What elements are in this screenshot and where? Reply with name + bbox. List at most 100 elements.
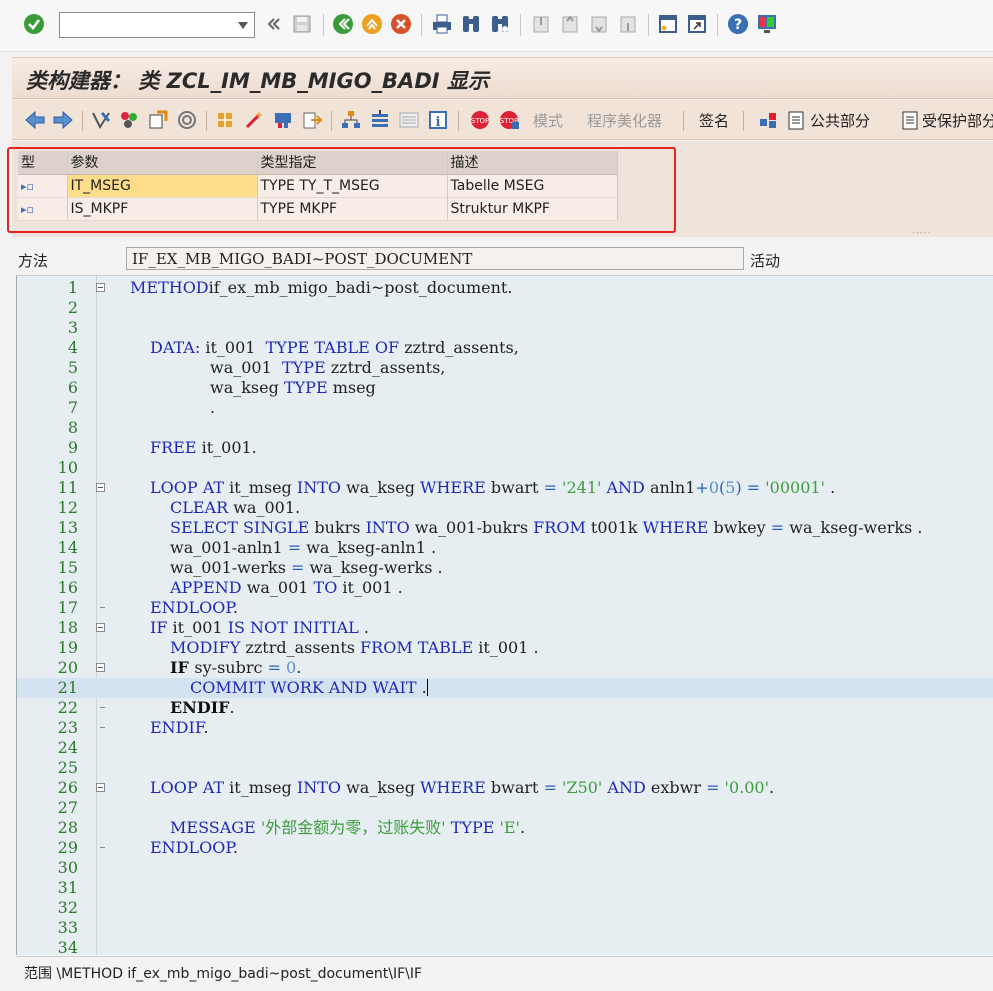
exit-icon[interactable]	[361, 13, 383, 35]
title-bar: 类构建器： 类 ZCL_IM_MB_MIGO_BADI 显示	[12, 57, 993, 99]
enter-check-icon[interactable]	[23, 13, 45, 35]
pretty-printer-button[interactable]: 程序美化器	[587, 110, 662, 131]
previous-page-icon[interactable]	[559, 13, 581, 35]
code-line[interactable]: 28 MESSAGE '外部金额为零，过账失败' TYPE 'E'.	[17, 818, 993, 838]
splitter-handle[interactable]: .....	[912, 226, 931, 236]
code-line[interactable]: 18 IF it_001 IS NOT INITIAL .	[17, 618, 993, 638]
activate-icon[interactable]	[176, 109, 198, 131]
line-number: 34	[57, 938, 78, 955]
command-field[interactable]	[59, 12, 255, 38]
code-line[interactable]: 15 wa_001-werks = wa_kseg-werks .	[17, 558, 993, 578]
code-line[interactable]: 11 LOOP AT it_mseg INTO wa_kseg WHERE bwa…	[17, 478, 993, 498]
line-number: 14	[57, 538, 78, 557]
code-line[interactable]: 5 wa_001 TYPE zztrd_assents,	[17, 358, 993, 378]
line-number: 2	[67, 298, 78, 317]
info-icon[interactable]: i	[427, 109, 449, 131]
hierarchy-icon[interactable]	[340, 109, 362, 131]
mode-button[interactable]: 模式	[533, 110, 563, 131]
code-line[interactable]: 7.	[17, 398, 993, 418]
code-line[interactable]: 17 ENDLOOP.	[17, 598, 993, 618]
code-line[interactable]: 29 ENDLOOP.	[17, 838, 993, 858]
code-line[interactable]: 30	[17, 858, 993, 878]
code-line[interactable]: 20 IF sy-subrc = 0.	[17, 658, 993, 678]
collapse-block-icon[interactable]	[96, 783, 105, 792]
create-session-icon[interactable]	[657, 13, 679, 35]
list-icon[interactable]	[398, 109, 420, 131]
code-line[interactable]: 19 MODIFY zztrd_assents FROM TABLE it_001…	[17, 638, 993, 658]
code-line[interactable]: 27	[17, 798, 993, 818]
print-icon[interactable]	[431, 13, 453, 35]
collapse-block-icon[interactable]	[96, 483, 105, 492]
line-number: 8	[67, 418, 78, 437]
code-line[interactable]: 10	[17, 458, 993, 478]
export-icon[interactable]	[301, 109, 323, 131]
code-line[interactable]: 24	[17, 738, 993, 758]
code-line[interactable]: 22 ENDIF.	[17, 698, 993, 718]
cancel-icon[interactable]	[390, 13, 412, 35]
session-breakpoint-icon[interactable]: STOP	[498, 109, 520, 131]
code-line[interactable]: 1 METHODif_ex_mb_migo_badi~post_document.	[17, 278, 993, 298]
where-used-icon[interactable]	[214, 109, 236, 131]
code-line[interactable]: 21 COMMIT WORK AND WAIT .	[17, 678, 993, 698]
active-inactive-icon[interactable]	[118, 109, 140, 131]
code-line[interactable]: 32	[17, 898, 993, 918]
public-section-icon[interactable]	[785, 109, 807, 131]
code-line[interactable]: 23 ENDIF.	[17, 718, 993, 738]
help-icon[interactable]: ?	[727, 13, 749, 35]
code-line[interactable]: 14 wa_001-anln1 = wa_kseg-anln1 .	[17, 538, 993, 558]
code-line[interactable]: 8	[17, 418, 993, 438]
last-page-icon[interactable]	[617, 13, 639, 35]
code-line[interactable]: 4 DATA: it_001 TYPE TABLE OF zztrd_assent…	[17, 338, 993, 358]
breakpoint-icon[interactable]: STOP	[469, 109, 491, 131]
signature-button[interactable]: 签名	[699, 110, 729, 131]
code-line[interactable]: 16 APPEND wa_001 TO it_001 .	[17, 578, 993, 598]
code-line[interactable]: 9 FREE it_001.	[17, 438, 993, 458]
code-line[interactable]: 2	[17, 298, 993, 318]
save-icon[interactable]	[291, 13, 313, 35]
code-line[interactable]: 34	[17, 938, 993, 955]
shortcut-icon[interactable]	[686, 13, 708, 35]
customize-layout-icon[interactable]	[756, 13, 778, 35]
find-icon[interactable]	[460, 13, 482, 35]
line-number: 5	[67, 358, 78, 377]
public-section-button[interactable]: 公共部分	[810, 110, 870, 131]
command-dropdown-icon[interactable]	[238, 22, 248, 29]
code-line[interactable]: 12 CLEAR wa_001.	[17, 498, 993, 518]
arrow-left-icon[interactable]	[24, 109, 46, 131]
code-line[interactable]: 3	[17, 318, 993, 338]
method-name-field[interactable]: IF_EX_MB_MIGO_BADI~POST_DOCUMENT	[126, 247, 744, 270]
line-number: 4	[67, 338, 78, 357]
protected-section-button[interactable]: 受保护部分	[922, 110, 993, 131]
stack-icon[interactable]	[369, 109, 391, 131]
next-page-icon[interactable]	[588, 13, 610, 35]
collapse-toolbar-icon[interactable]	[262, 13, 284, 35]
line-number: 3	[67, 318, 78, 337]
code-line[interactable]: 13 SELECT SINGLE bukrs INTO wa_001-bukrs …	[17, 518, 993, 538]
line-number: 6	[67, 378, 78, 397]
collapse-block-icon[interactable]	[96, 283, 105, 292]
first-page-icon[interactable]	[530, 13, 552, 35]
collapse-block-icon[interactable]	[96, 663, 105, 672]
line-number: 7	[67, 398, 78, 417]
code-text: wa_001-werks = wa_kseg-werks .	[170, 558, 443, 577]
pattern-icon[interactable]	[272, 109, 294, 131]
classes-icon[interactable]	[757, 109, 779, 131]
code-text: MODIFY zztrd_assents FROM TABLE it_001 .	[170, 638, 539, 657]
code-line[interactable]: 31	[17, 878, 993, 898]
activation-status: 活动	[750, 252, 781, 270]
protected-section-icon[interactable]	[899, 109, 921, 131]
collapse-block-icon[interactable]	[96, 623, 105, 632]
code-text: COMMIT WORK AND WAIT .	[190, 678, 428, 697]
find-next-icon[interactable]	[489, 13, 511, 35]
line-number: 25	[57, 758, 78, 777]
wand-icon[interactable]	[243, 109, 265, 131]
code-editor[interactable]: 1 METHODif_ex_mb_migo_badi~post_document.…	[16, 275, 993, 955]
check-object-icon[interactable]	[147, 109, 169, 131]
display-change-icon[interactable]	[90, 109, 112, 131]
code-line[interactable]: 33	[17, 918, 993, 938]
code-line[interactable]: 25	[17, 758, 993, 778]
arrow-right-icon[interactable]	[52, 109, 74, 131]
code-line[interactable]: 26 LOOP AT it_mseg INTO wa_kseg WHERE bwa…	[17, 778, 993, 798]
back-icon[interactable]	[332, 13, 354, 35]
code-line[interactable]: 6 wa_kseg TYPE mseg	[17, 378, 993, 398]
